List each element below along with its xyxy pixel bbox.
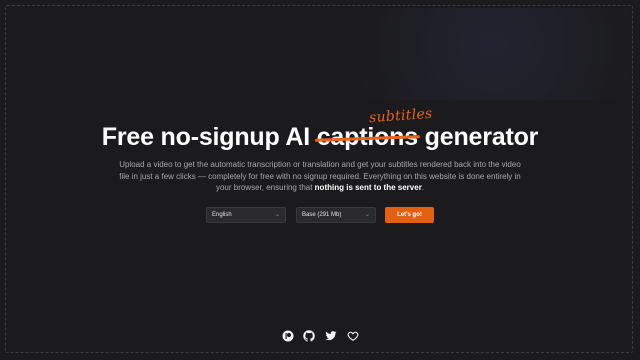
twitter-icon[interactable] (325, 330, 337, 342)
chevron-down-icon: ⌄ (274, 212, 280, 218)
heart-icon[interactable] (347, 330, 359, 342)
page-title: Free no-signup AI captions subtitles gene… (0, 106, 640, 152)
model-select-value: Base (291 Mb) (302, 212, 342, 218)
chevron-down-icon: ⌄ (364, 212, 370, 218)
title-struck-group: captions subtitles (314, 106, 433, 152)
hero-section: Free no-signup AI captions subtitles gene… (0, 0, 640, 360)
language-select-value: English (212, 212, 232, 218)
model-select[interactable]: Base (291 Mb) ⌄ (296, 207, 376, 223)
title-struck-word: captions (314, 123, 420, 152)
language-select[interactable]: English ⌄ (206, 207, 286, 223)
patreon-icon[interactable] (282, 330, 294, 342)
github-icon[interactable] (303, 330, 315, 342)
description-bold: nothing is sent to the server (314, 183, 422, 192)
hero-description: Upload a video to get the automatic tran… (118, 159, 522, 194)
title-before: Free no-signup AI (101, 123, 317, 151)
social-links (0, 330, 640, 344)
lets-go-button[interactable]: Let's go! (385, 207, 434, 223)
description-end: . (421, 183, 425, 192)
controls-row: English ⌄ Base (291 Mb) ⌄ Let's go! (0, 207, 640, 223)
title-after: generator (417, 123, 539, 151)
